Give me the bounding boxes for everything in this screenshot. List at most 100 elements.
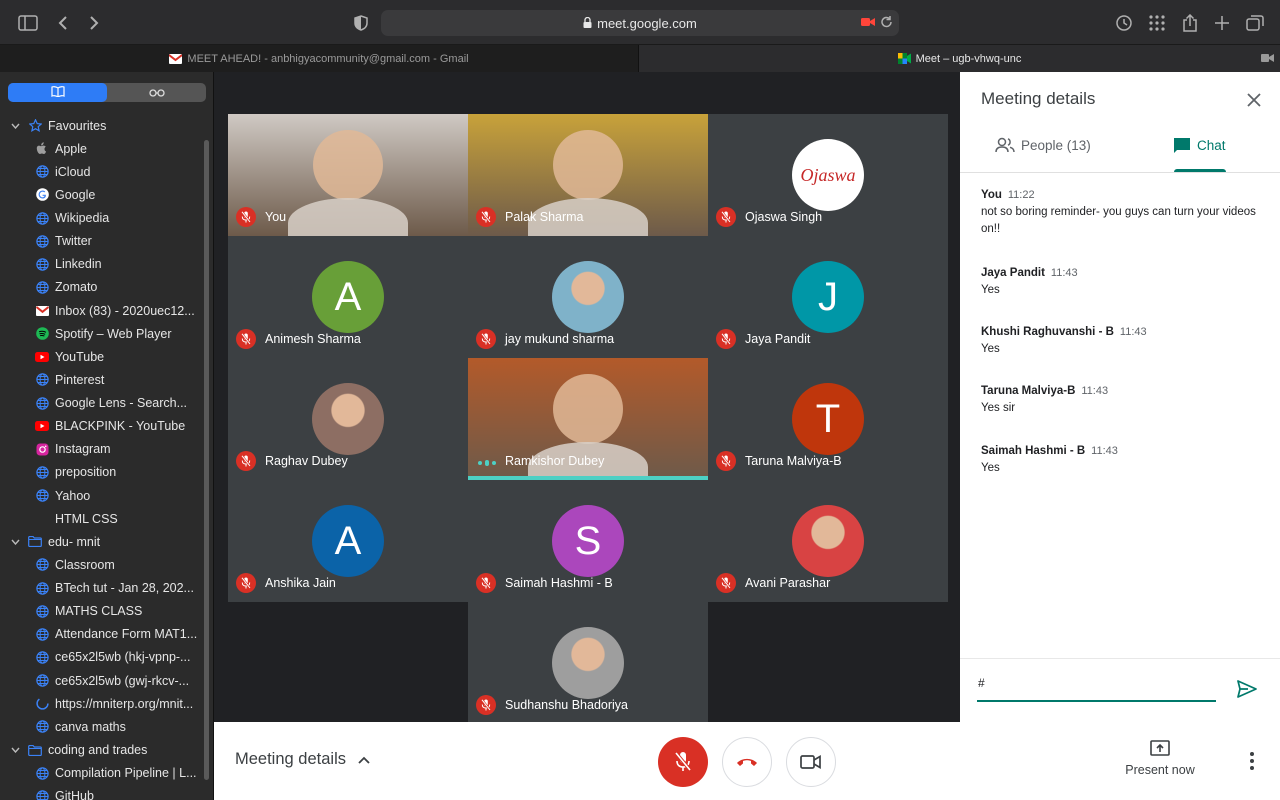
- bookmarks-segment[interactable]: [8, 83, 107, 102]
- sidebar-bookmark[interactable]: Classroom: [0, 553, 205, 576]
- gmail-icon: [35, 304, 49, 318]
- camera-toggle-button[interactable]: [786, 737, 836, 787]
- sidebar-bookmark[interactable]: HTML CSS: [0, 507, 205, 530]
- tab-gmail[interactable]: MEET AHEAD! - anbhigyacommunity@gmail.co…: [0, 45, 639, 72]
- sidebar-bookmark[interactable]: BTech tut - Jan 28, 202...: [0, 577, 205, 600]
- mic-muted-icon: [716, 451, 736, 471]
- mic-toggle-button[interactable]: [658, 737, 708, 787]
- sidebar-bookmark[interactable]: Attendance Form MAT1...: [0, 623, 205, 646]
- chat-sender: Saimah Hashmi - B: [981, 445, 1086, 457]
- back-icon[interactable]: [52, 12, 74, 34]
- sidebar-folder[interactable]: edu- mnit: [0, 530, 205, 553]
- privacy-shield-icon[interactable]: [350, 12, 372, 34]
- sidebar-item-label: Attendance Form MAT1...: [55, 627, 198, 642]
- forward-icon[interactable]: [83, 12, 105, 34]
- chevron-down-icon[interactable]: [11, 123, 22, 129]
- sidebar-bookmark[interactable]: Pinterest: [0, 368, 205, 391]
- sidebar-bookmark[interactable]: canva maths: [0, 715, 205, 738]
- sidebar-bookmark[interactable]: Spotify – Web Player: [0, 322, 205, 345]
- participant-tile[interactable]: J Jaya Pandit: [708, 236, 948, 358]
- reload-icon[interactable]: [880, 15, 893, 32]
- tabs-divider: [960, 172, 1280, 173]
- sidebar-item-label: preposition: [55, 465, 117, 480]
- tab-chat[interactable]: Chat: [1173, 137, 1226, 154]
- camera-recording-icon[interactable]: [861, 16, 875, 31]
- sidebar-bookmark[interactable]: Yahoo: [0, 484, 205, 507]
- tab-label: Meet – ugb-vhwq-unc: [915, 52, 1022, 65]
- sidebar-bookmark[interactable]: iCloud: [0, 160, 205, 183]
- sidebar-folder[interactable]: Favourites: [0, 114, 205, 137]
- sidebar-bookmark[interactable]: Apple: [0, 137, 205, 160]
- star-icon: [28, 119, 42, 133]
- avatar: T: [792, 383, 864, 455]
- sidebar-bookmark[interactable]: GitHub: [0, 785, 205, 800]
- sidebar-bookmark[interactable]: YouTube: [0, 345, 205, 368]
- chevron-down-icon[interactable]: [11, 747, 22, 753]
- meeting-details-button[interactable]: Meeting details: [235, 750, 370, 769]
- chat-sender: Khushi Raghuvanshi - B: [981, 326, 1114, 338]
- tab-people[interactable]: People (13): [995, 137, 1091, 153]
- sidebar-bookmark[interactable]: preposition: [0, 461, 205, 484]
- sidebar-segment-control: [8, 83, 206, 102]
- meet-icon: [897, 53, 911, 64]
- sidebar-bookmark[interactable]: Compilation Pipeline | L...: [0, 762, 205, 785]
- participant-tile[interactable]: A Anshika Jain: [228, 480, 468, 602]
- sidebar-bookmark[interactable]: https://mniterp.org/mnit...: [0, 692, 205, 715]
- sidebar-scrollbar[interactable]: [204, 140, 209, 780]
- participant-tile[interactable]: jay mukund sharma: [468, 236, 708, 358]
- tab-overview-icon[interactable]: [1244, 12, 1266, 34]
- participant-tile[interactable]: Ramkishor Dubey: [468, 358, 708, 480]
- history-icon[interactable]: [1113, 12, 1135, 34]
- avatar: [552, 627, 624, 699]
- participant-tile[interactable]: S Saimah Hashmi - B: [468, 480, 708, 602]
- sidebar-bookmark[interactable]: Instagram: [0, 438, 205, 461]
- sidebar-bookmark[interactable]: Google Lens - Search...: [0, 392, 205, 415]
- sidebar-bookmark[interactable]: Wikipedia: [0, 207, 205, 230]
- meeting-controls-bar: Meeting details Present now: [214, 722, 1280, 800]
- sidebar-bookmark[interactable]: Google: [0, 183, 205, 206]
- participant-tile[interactable]: Palak Sharma: [468, 114, 708, 236]
- new-tab-icon[interactable]: [1211, 12, 1233, 34]
- sidebar-bookmark[interactable]: BLACKPINK - YouTube: [0, 415, 205, 438]
- chat-text: not so boring reminder- you guys can tur…: [981, 206, 1256, 235]
- sidebar-bookmark[interactable]: Linkedin: [0, 253, 205, 276]
- address-bar[interactable]: meet.google.com: [381, 10, 899, 36]
- participant-tile[interactable]: T Taruna Malviya-B: [708, 358, 948, 480]
- more-options-icon[interactable]: [1250, 752, 1254, 775]
- present-now-button[interactable]: Present now: [1120, 740, 1200, 784]
- participant-tile[interactable]: Sudhanshu Bhadoriya: [468, 602, 708, 724]
- sidebar-bookmark[interactable]: MATHS CLASS: [0, 600, 205, 623]
- folder-icon: [28, 743, 42, 757]
- sidebar-item-label: Linkedin: [55, 257, 102, 272]
- chat-text: Yes: [981, 343, 1000, 355]
- participant-tile[interactable]: Avani Parashar: [708, 480, 948, 602]
- chevron-down-icon[interactable]: [11, 539, 22, 545]
- sidebar-bookmark[interactable]: ce65x2l5wb (hkj-vpnp-...: [0, 646, 205, 669]
- avatar: J: [792, 261, 864, 333]
- participant-tile[interactable]: You: [228, 114, 468, 236]
- sidebar-item-label: Zomato: [55, 280, 98, 295]
- sidebar-folder[interactable]: coding and trades: [0, 739, 205, 762]
- sidebar-bookmark[interactable]: Twitter: [0, 230, 205, 253]
- tab-meet[interactable]: Meet – ugb-vhwq-unc: [639, 45, 1280, 72]
- chat-tab-label: Chat: [1197, 138, 1226, 153]
- participant-tile[interactable]: A Animesh Sharma: [228, 236, 468, 358]
- sidebar-bookmark[interactable]: ce65x2l5wb (gwj-rkcv-...: [0, 669, 205, 692]
- close-icon[interactable]: [1246, 92, 1262, 113]
- end-call-button[interactable]: [722, 737, 772, 787]
- sidebar-toggle-icon[interactable]: [17, 12, 39, 34]
- sidebar-bookmark[interactable]: Inbox (83) - 2020uec12...: [0, 299, 205, 322]
- grid-icon[interactable]: [1146, 12, 1168, 34]
- sidebar-bookmark[interactable]: Zomato: [0, 276, 205, 299]
- chat-input[interactable]: #: [977, 676, 1216, 702]
- sidebar-item-label: BTech tut - Jan 28, 202...: [55, 581, 194, 596]
- participant-tile[interactable]: Raghav Dubey: [228, 358, 468, 480]
- participant-name: Ramkishor Dubey: [505, 454, 605, 468]
- chat-message: Jaya Pandit 11:43 Yes: [981, 265, 1266, 299]
- send-icon[interactable]: [1237, 680, 1257, 703]
- share-icon[interactable]: [1179, 12, 1201, 34]
- participant-tile[interactable]: Ojaswa Ojaswa Singh: [708, 114, 948, 236]
- reading-list-segment[interactable]: [107, 83, 206, 102]
- browser-toolbar: meet.google.com: [0, 0, 1280, 45]
- globe-icon: [35, 211, 49, 225]
